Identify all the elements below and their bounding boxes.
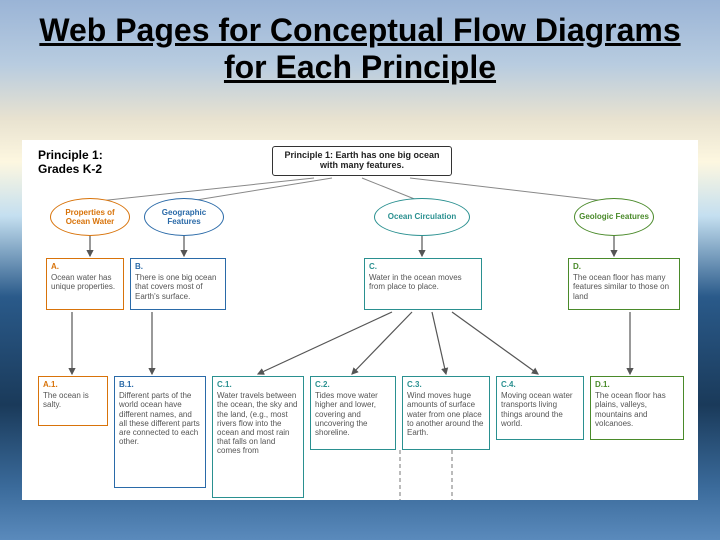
category-circulation: Ocean Circulation [374,198,470,236]
node-c: C. Water in the ocean moves from place t… [364,258,482,310]
root-node: Principle 1: Earth has one big ocean wit… [272,146,452,176]
node-d-label: D. [573,262,675,271]
node-a1: A.1. The ocean is salty. [38,376,108,426]
node-b1-text: Different parts of the world ocean have … [119,391,201,446]
node-c4-text: Moving ocean water transports living thi… [501,391,579,428]
node-c2-text: Tides move water higher and lower, cover… [315,391,391,437]
category-geologic: Geologic Features [574,198,654,236]
node-a: A. Ocean water has unique properties. [46,258,124,310]
node-b-label: B. [135,262,221,271]
node-c2-label: C.2. [315,380,391,389]
node-c-label: C. [369,262,477,271]
node-b1-label: B.1. [119,380,201,389]
node-c1: C.1. Water travels between the ocean, th… [212,376,304,498]
node-c1-text: Water travels between the ocean, the sky… [217,391,299,455]
node-c2: C.2. Tides move water higher and lower, … [310,376,396,450]
node-d-text: The ocean floor has many features simila… [573,273,675,301]
node-c3: C.3. Wind moves huge amounts of surface … [402,376,490,450]
slide-title: Web Pages for Conceptual Flow Diagrams f… [0,0,720,94]
node-d1-label: D.1. [595,380,679,389]
node-c3-label: C.3. [407,380,485,389]
node-a1-text: The ocean is salty. [43,391,103,409]
node-b-text: There is one big ocean that covers most … [135,273,221,301]
node-a-label: A. [51,262,119,271]
node-c4-label: C.4. [501,380,579,389]
category-geographic: Geographic Features [144,198,224,236]
node-c1-label: C.1. [217,380,299,389]
node-b: B. There is one big ocean that covers mo… [130,258,226,310]
diagram-container: Principle 1: Grades K-2 Principle 1: Ear… [22,140,698,500]
node-d: D. The ocean floor has many features sim… [568,258,680,310]
node-c3-text: Wind moves huge amounts of surface water… [407,391,485,437]
node-a-text: Ocean water has unique properties. [51,273,119,291]
node-c4: C.4. Moving ocean water transports livin… [496,376,584,440]
node-c-text: Water in the ocean moves from place to p… [369,273,477,291]
node-d1-text: The ocean floor has plains, valleys, mou… [595,391,679,428]
node-b1: B.1. Different parts of the world ocean … [114,376,206,488]
category-properties: Properties of Ocean Water [50,198,130,236]
principle-heading: Principle 1: Grades K-2 [38,148,103,177]
node-d1: D.1. The ocean floor has plains, valleys… [590,376,684,440]
node-a1-label: A.1. [43,380,103,389]
